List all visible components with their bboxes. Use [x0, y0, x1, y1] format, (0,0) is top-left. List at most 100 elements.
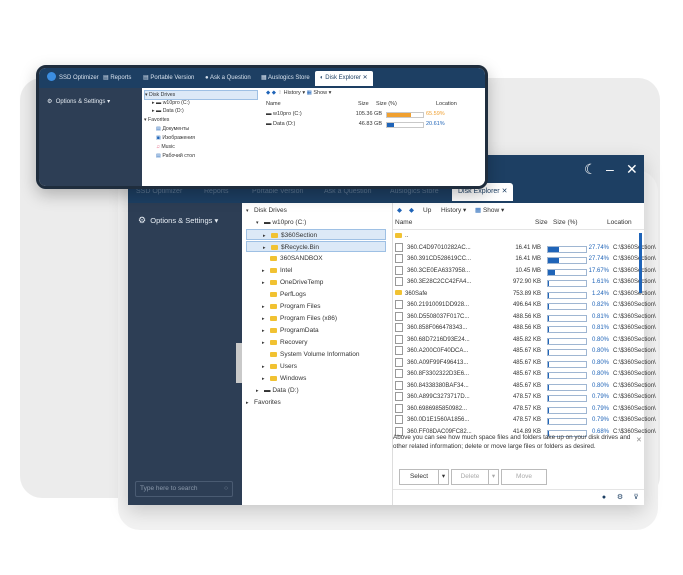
tree-folder[interactable]: ▸ OneDriveTemp — [262, 277, 323, 288]
history-button[interactable]: History ▾ — [284, 90, 305, 96]
tree-favorites[interactable]: ▸ Favorites — [246, 397, 281, 408]
tree-folder[interactable]: 360SANDBOX — [270, 253, 323, 264]
row-location: C:\$360Section\ — [613, 417, 656, 423]
up-icon[interactable]: ⇧ — [278, 90, 283, 96]
table-row[interactable]: 360.3CE0EA6337958... 10.45 MB 17.67% C:\$36… — [393, 265, 656, 278]
gear-icon: ⚙ — [47, 99, 53, 105]
row-size: 478.57 KB — [512, 394, 541, 400]
show-button[interactable]: ▦ Show ▾ — [307, 90, 332, 96]
col-size[interactable]: Size — [358, 100, 369, 109]
forward-icon[interactable]: ◆ — [272, 90, 276, 96]
table-row[interactable]: 360.8F3302322D3E6... 485.67 KB 0.80% C:\$36… — [393, 369, 656, 381]
theme-moon-icon[interactable]: ☾ — [584, 161, 597, 178]
table-row[interactable]: 360.68D7216D93E24... 485.82 KB 0.80% C:\$36… — [393, 334, 656, 347]
tree-disk-drives[interactable]: ▾ Disk Drives — [246, 205, 287, 216]
tree-folder[interactable]: System Volume Information — [270, 349, 359, 360]
history-label: History — [441, 207, 462, 214]
tab-ask-question[interactable]: ● Ask a Question — [205, 71, 251, 86]
row-location: C:\$360Section\ — [613, 371, 656, 377]
select-button[interactable]: Select — [399, 469, 439, 485]
table-row[interactable]: 360.A09F99F496413... 485.67 KB 0.80% C:\$36… — [393, 357, 656, 370]
delete-button[interactable]: Delete — [451, 469, 489, 485]
options-settings-menu[interactable]: ⚙ Options & Settings ▾ — [138, 215, 218, 226]
sidebar-small: ⚙ Options & Settings ▾ — [39, 88, 142, 186]
table-row[interactable]: 360.21910091DD928... 496.64 KB 0.82% C:\$36… — [393, 300, 656, 312]
move-button[interactable]: Move — [501, 469, 547, 485]
row-location: C:\$360Section\ — [613, 382, 656, 389]
row-size: 16.41 MB — [515, 244, 541, 251]
info-close-icon[interactable]: ✕ — [636, 436, 642, 444]
tree-fav-item[interactable]: ▣ Изображения — [156, 134, 195, 142]
search-input[interactable]: Type here to search ○ — [135, 481, 233, 497]
tab-reports[interactable]: ▤ Reports — [103, 71, 131, 86]
table-row[interactable]: 360.391CD528619CC... 16.41 MB 27.74% C:\$36… — [393, 254, 656, 266]
tree-label: Recovery — [280, 339, 308, 346]
minimize-icon[interactable]: – — [606, 161, 614, 177]
back-icon[interactable]: ◆ — [266, 90, 270, 96]
col-name[interactable]: Name — [395, 217, 412, 229]
tab-ssd-optimizer[interactable]: SSD Optimizer — [59, 71, 99, 86]
column-header: Name Size Size (%) Location — [393, 217, 644, 230]
tree-folder[interactable]: ▸ $Recycle.Bin — [246, 241, 386, 252]
tree-favorites[interactable]: ▾ Favorites — [144, 116, 169, 124]
tree-folder[interactable]: ▸ ProgramData — [262, 325, 319, 336]
tree-drive-d[interactable]: ▸ ▬ Data (D:) — [152, 107, 184, 115]
tab-label: SSD Optimizer — [59, 75, 99, 81]
table-row[interactable]: 360.858F066478343... 488.56 KB 0.81% C:\$36… — [393, 323, 656, 335]
tree-folder[interactable]: ▸ Users — [262, 361, 297, 372]
select-dropdown[interactable]: ▾ — [438, 469, 449, 485]
file-icon — [395, 346, 403, 355]
tree-folder[interactable]: ▸ Recovery — [262, 337, 307, 348]
col-location[interactable]: Location — [607, 217, 632, 229]
row-name: 360.391CD528619CC... — [407, 256, 472, 263]
table-row[interactable]: .. — [393, 231, 639, 243]
col-size-pct[interactable]: Size (%) — [553, 217, 578, 229]
tree-folder[interactable]: PerfLogs — [270, 289, 306, 300]
tab-label: Disk Explorer — [458, 188, 500, 195]
tree-folder[interactable]: ▸ $360Section — [246, 229, 386, 240]
tree-folder[interactable]: ▸ Intel — [262, 265, 292, 276]
scrollbar[interactable] — [639, 233, 642, 293]
drive-row[interactable]: ▬ w10pro (C:) 105.36 GB 65.59% — [262, 110, 482, 119]
tab-portable-version[interactable]: ▤ Portable Version — [143, 71, 194, 86]
tree-fav-item[interactable]: ▤ Рабочий стол — [156, 152, 195, 160]
tree-label: Intel — [280, 267, 293, 274]
close-icon[interactable]: ✕ — [626, 161, 638, 178]
table-row[interactable]: 360.0D1E1560A1856... 478.57 KB 0.79% C:\$36… — [393, 415, 656, 427]
row-location: C:\$360Section\ — [613, 302, 656, 308]
size-bar — [547, 280, 587, 287]
info-circle-icon[interactable]: ● — [599, 493, 609, 503]
tree-folder[interactable]: ▸ Program Files (x86) — [262, 313, 337, 324]
row-size: 46.83 GB — [358, 121, 382, 127]
col-size-pct[interactable]: Size (%) — [376, 100, 397, 109]
options-settings-menu[interactable]: ⚙ Options & Settings ▾ — [47, 98, 110, 105]
file-icon — [395, 254, 403, 263]
col-location[interactable]: Location — [436, 100, 457, 109]
table-row[interactable]: 360.3E28C2CC42FA4... 972.90 KB 1.61% C:\$36… — [393, 277, 656, 289]
tree-drive-d[interactable]: ▸ ▬ Data (D:) — [256, 385, 299, 396]
col-size[interactable]: Size — [535, 217, 548, 229]
tree-drive-c[interactable]: ▾ ▬ w10pro (C:) — [256, 217, 306, 228]
column-header-small: Name Size Size (%) Location — [262, 100, 485, 109]
tree-folder[interactable]: ▸ Program Files — [262, 301, 320, 312]
table-row[interactable]: 360.C4D97010282AC... 16.41 MB 27.74% C:\$36… — [393, 242, 656, 255]
drive-row[interactable]: ▬ Data (D:) 46.83 GB 20.61% — [262, 120, 482, 129]
collapse-icon[interactable]: ⊽ — [631, 493, 641, 503]
settings-icon[interactable]: ⚙ — [615, 493, 625, 503]
tree-fav-item[interactable]: ♫ Music — [156, 143, 175, 151]
tab-auslogics-store[interactable]: ▦ Auslogics Store — [261, 71, 310, 86]
tab-disk-explorer[interactable]: ◐ Disk Explorer ✕ — [315, 71, 373, 86]
table-row[interactable]: 360Safe 753.89 KB 1.24% C:\$360Section\ — [393, 289, 656, 301]
col-name[interactable]: Name — [266, 100, 281, 109]
tree-folder[interactable]: ▸ Windows — [262, 373, 306, 384]
table-row[interactable]: 360.D5508037F017C... 488.56 KB 0.81% C:\$36… — [393, 311, 656, 324]
table-row[interactable]: 360.A200C0F40DCA... 485.67 KB 0.80% C:\$360… — [393, 346, 656, 358]
tree-fav-item[interactable]: ▤ Документы — [156, 125, 189, 133]
table-row[interactable]: 360.84338380BAF34... 485.67 KB 0.80% C:\$36… — [393, 380, 656, 393]
history-label: History — [283, 90, 301, 96]
delete-dropdown[interactable]: ▾ — [488, 469, 499, 485]
table-row[interactable]: 360.6986985850982... 478.57 KB 0.79% C:\$36… — [393, 403, 656, 416]
row-size: 485.67 KB — [512, 359, 541, 366]
table-row[interactable]: 360.A899C3273717D... 478.57 KB 0.79% C:\$36… — [393, 392, 656, 404]
tree-drive-c[interactable]: ▸ ▬ w10pro (C:) — [152, 99, 190, 107]
